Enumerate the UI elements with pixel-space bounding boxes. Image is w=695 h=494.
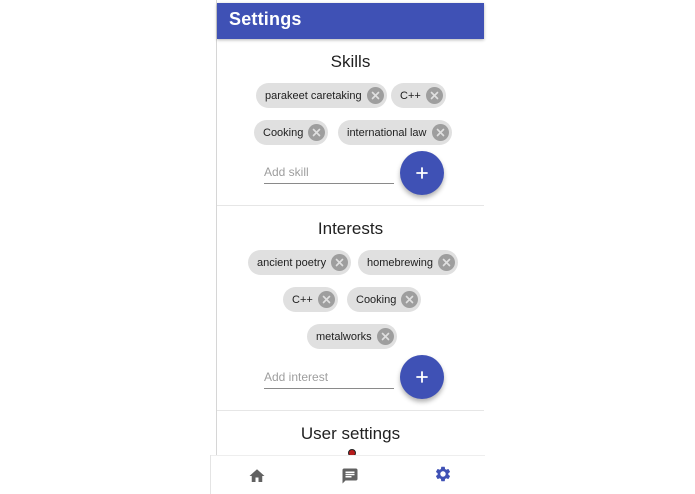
interest-chip[interactable]: C++ (283, 287, 338, 312)
chat-icon (342, 468, 358, 484)
chip-label: Cooking (356, 293, 397, 306)
plus-icon (416, 167, 428, 179)
add-skill-input[interactable] (264, 162, 394, 182)
chip-label: metalworks (316, 330, 372, 343)
chip-label: international law (347, 126, 427, 139)
app-screen: Settings Skills parakeet caretaking C++ … (0, 0, 695, 494)
nav-settings[interactable] (431, 462, 455, 486)
section-divider (217, 205, 484, 206)
chip-remove-icon[interactable] (401, 291, 419, 308)
chip-remove-icon[interactable] (438, 254, 456, 271)
chip-remove-icon[interactable] (431, 124, 449, 141)
skills-heading: Skills (330, 52, 371, 71)
page-title: Settings (229, 9, 302, 29)
skill-chip[interactable]: international law (338, 120, 452, 145)
chip-remove-icon[interactable] (425, 87, 443, 104)
chip-label: parakeet caretaking (265, 89, 362, 102)
chip-label: Cooking (263, 126, 304, 139)
section-divider (217, 410, 484, 411)
gear-icon (435, 466, 451, 482)
app-bar: Settings (217, 3, 484, 39)
add-skill-button[interactable] (400, 151, 444, 195)
interest-chip[interactable]: metalworks (307, 324, 397, 349)
home-icon (249, 469, 265, 482)
nav-messages[interactable] (338, 464, 362, 488)
add-interest-button[interactable] (400, 355, 444, 399)
skill-chip[interactable]: Cooking (254, 120, 329, 145)
chip-remove-icon[interactable] (317, 291, 335, 308)
skill-chip[interactable]: C++ (391, 83, 446, 108)
chip-label: C++ (400, 89, 421, 102)
chip-remove-icon[interactable] (331, 254, 349, 271)
bottom-navigation (211, 455, 485, 494)
user-settings-heading: User settings (300, 424, 401, 443)
interest-chip[interactable]: ancient poetry (248, 250, 352, 275)
chip-label: C++ (292, 293, 313, 306)
interest-chip[interactable]: Cooking (347, 287, 422, 312)
chip-label: ancient poetry (257, 256, 327, 269)
chip-remove-icon[interactable] (366, 87, 384, 104)
interests-heading: Interests (317, 219, 384, 238)
chip-remove-icon[interactable] (308, 124, 326, 141)
add-skill-field[interactable] (264, 162, 394, 184)
nav-home[interactable] (245, 464, 269, 488)
chip-label: homebrewing (367, 256, 434, 269)
interest-chip[interactable]: homebrewing (358, 250, 459, 275)
chip-remove-icon[interactable] (376, 328, 394, 345)
add-interest-field[interactable] (264, 367, 394, 389)
plus-icon (416, 371, 428, 383)
phone-frame (210, 0, 485, 494)
add-interest-input[interactable] (264, 367, 394, 387)
skill-chip[interactable]: parakeet caretaking (256, 83, 387, 108)
